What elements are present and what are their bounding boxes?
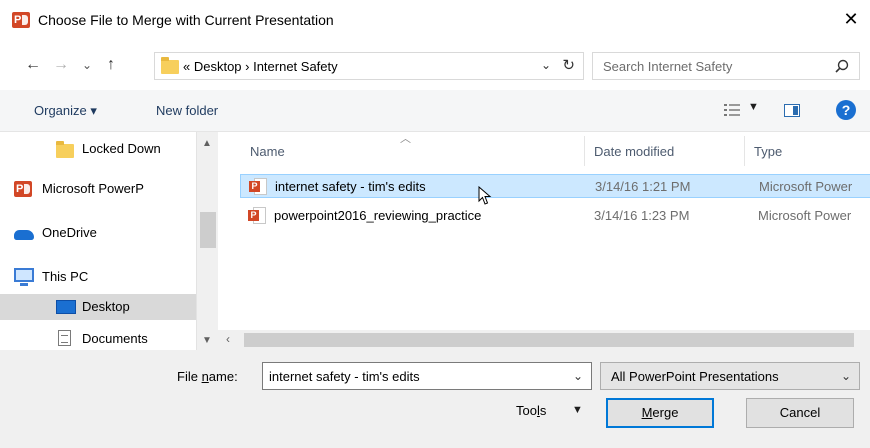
folder-icon [56,141,74,158]
documents-icon [58,330,71,346]
column-label: Name [250,144,285,159]
recent-locations-button[interactable]: ⌄ [76,54,98,76]
file-date: 3/14/16 1:21 PM [595,179,691,194]
sidebar-item-label: Locked Down [82,141,161,156]
merge-button[interactable]: Merge [606,398,714,428]
file-type: Microsoft Power [759,179,853,194]
file-name-label: File name: [177,369,238,384]
powerpoint-icon [12,12,30,28]
search-box[interactable]: Search Internet Safety [592,52,860,80]
file-row[interactable]: P internet safety - tim's edits 3/14/16 … [240,174,870,198]
up-button[interactable]: ↑ [100,54,122,76]
file-name-input[interactable]: internet safety - tim's edits ⌄ [262,362,592,390]
title-bar: Choose File to Merge with Current Presen… [0,0,870,40]
view-dropdown-icon[interactable]: ▼ [748,101,759,113]
file-name-value[interactable]: internet safety - tim's edits [269,369,420,384]
help-icon[interactable]: ? [836,100,856,120]
forward-button[interactable]: → [50,54,72,76]
new-folder-button[interactable]: New folder [156,103,218,118]
sidebar-item-label: Desktop [82,299,130,314]
sidebar-item-this-pc[interactable]: This PC [0,264,196,290]
preview-pane-icon[interactable] [784,104,800,117]
sidebar-item-onedrive[interactable]: OneDrive [0,220,196,246]
scroll-up-icon[interactable]: ▲ [202,138,212,149]
scroll-down-icon[interactable]: ▼ [202,335,212,346]
back-button[interactable]: ← [22,54,44,76]
scroll-left-icon[interactable]: ‹ [226,332,230,346]
sidebar-scrollbar[interactable]: ▲ ▼ [196,132,218,350]
sidebar-item-label: Microsoft PowerP [42,181,144,196]
mouse-cursor-icon [478,186,492,205]
column-label: Date modified [594,144,675,159]
file-name: internet safety - tim's edits [275,179,426,194]
search-input[interactable]: Search Internet Safety [603,59,732,74]
desktop-icon [56,300,76,314]
column-header-name[interactable]: Name [240,132,584,170]
search-icon[interactable] [835,59,849,73]
scrollbar-thumb[interactable] [244,333,854,347]
address-dropdown-icon[interactable]: ⌄ [541,58,551,72]
command-bar: Organize ▾ New folder ▼ ? [0,90,870,132]
file-type-filter[interactable]: All PowerPoint Presentations ⌄ [600,362,860,390]
sidebar-item-locked-down[interactable]: Locked Down [0,136,196,162]
chevron-down-icon[interactable]: ⌄ [573,369,583,383]
refresh-button[interactable]: ↻ [562,56,575,74]
sidebar-item-microsoft-powerpoint[interactable]: Microsoft PowerP [0,176,196,202]
file-type-filter-value: All PowerPoint Presentations [611,369,779,384]
window-title: Choose File to Merge with Current Presen… [38,12,334,28]
file-date: 3/14/16 1:23 PM [594,208,690,223]
computer-icon [14,268,34,286]
file-list: ︿ Name Date modified Type P internet saf… [218,132,870,350]
sidebar-item-desktop[interactable]: Desktop [0,294,196,320]
breadcrumb[interactable]: « Desktop › Internet Safety [183,59,338,74]
sidebar-item-documents[interactable]: Documents [0,326,196,350]
column-label: Type [754,144,783,159]
file-type: Microsoft Power [758,208,852,223]
folder-icon [161,57,179,74]
tools-dropdown-icon[interactable]: ▼ [572,404,583,416]
onedrive-icon [14,230,34,240]
chevron-down-icon[interactable]: ⌄ [841,369,851,383]
organize-button[interactable]: Organize ▾ [34,103,97,119]
sidebar-item-label: OneDrive [42,225,97,240]
navigation-bar: ← → ⌄ ↑ « Desktop › Internet Safety ⌄ ↻ … [0,48,870,84]
tools-button[interactable]: Tools [516,403,546,418]
navigation-pane: Locked Down Microsoft PowerP OneDrive Th… [0,132,218,350]
address-bar[interactable]: « Desktop › Internet Safety ⌄ ↻ [154,52,584,80]
powerpoint-icon [14,181,32,197]
close-button[interactable]: ✕ [840,8,862,30]
pptx-file-icon: P [249,178,267,195]
file-name: powerpoint2016_reviewing_practice [274,208,482,223]
file-list-horizontal-scrollbar[interactable]: ‹ [218,330,870,350]
scrollbar-thumb[interactable] [200,212,216,248]
pptx-file-icon: P [248,207,266,224]
sidebar-item-label: This PC [42,269,89,284]
column-header-type[interactable]: Type [744,132,870,170]
column-header-date[interactable]: Date modified [584,132,744,170]
file-row[interactable]: P powerpoint2016_reviewing_practice 3/14… [240,204,870,228]
sidebar-item-label: Documents [82,331,148,346]
cancel-button[interactable]: Cancel [746,398,854,428]
view-options-icon[interactable] [724,104,740,116]
